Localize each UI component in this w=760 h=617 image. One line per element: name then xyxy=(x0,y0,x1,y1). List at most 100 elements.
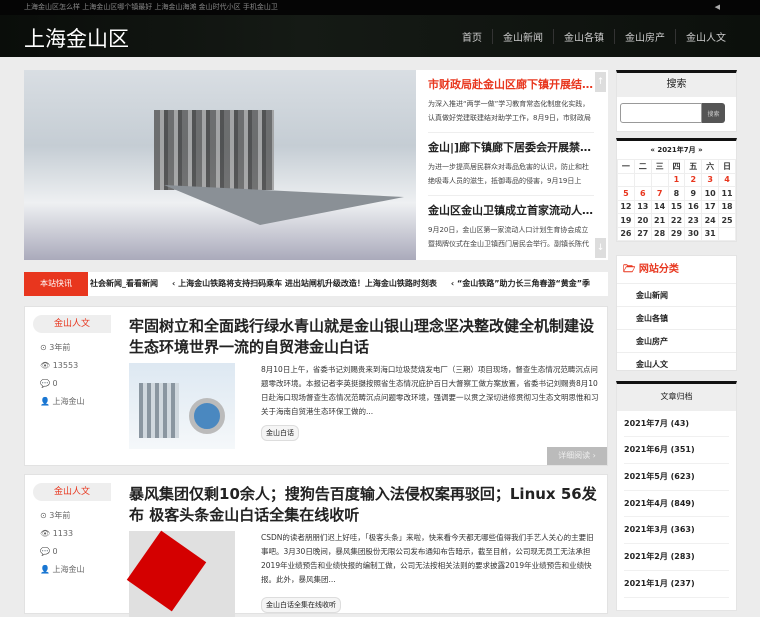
category-link[interactable]: 金山房产 xyxy=(617,330,736,353)
slide-item[interactable]: 金山区金山卫镇成立首家流动人口计生协会 9月20日，金山区第一家流动人口计划生育协… xyxy=(428,196,594,259)
news-ticker: 社会新闻_看看新闻 ‹ 上海金山铁路将支持扫码乘车 进出站闸机升级改造！上海金山铁… xyxy=(24,272,608,296)
speaker-icon[interactable]: ◀ xyxy=(715,0,720,15)
weekday-header: 三 xyxy=(650,159,669,174)
calendar-title[interactable]: « 2021年7月 » xyxy=(617,141,736,159)
categories-title: 🗁 网站分类 xyxy=(617,256,736,284)
calendar-grid: 一二三四五六日 1 2 3 4 5 6 7 8 9 10 11 12 13 14 15 16 17 18 19 20 21… xyxy=(617,159,736,241)
calendar-day: 31 xyxy=(701,226,720,241)
weekday-header: 六 xyxy=(701,159,720,174)
slide-item[interactable]: 金山|]廊下镇廊下居委会开展禁毒宣传为进一步提高居民群众对毒品危害的认识，防止和… xyxy=(428,133,594,196)
folder-icon: 🗁 xyxy=(623,264,639,275)
article-title[interactable]: 暴风集团仅剩10余人；搜狗告百度输入法侵权案再驳回；Linux 56发布 极客头… xyxy=(129,484,599,526)
search-button[interactable]: 搜索 xyxy=(702,103,725,123)
weekday-header: 二 xyxy=(633,159,652,174)
calendar-day: 29 xyxy=(667,226,686,241)
comments-meta: 💬 0 xyxy=(40,379,58,388)
search-input[interactable] xyxy=(620,103,702,123)
ticker-item[interactable]: 社会新闻_看看新闻 xyxy=(90,279,158,288)
nav-property[interactable]: 金山房产 xyxy=(614,29,675,44)
author-meta: 👤 上海金山 xyxy=(40,397,85,406)
category-badge[interactable]: 金山人文 xyxy=(33,315,111,333)
calendar-day[interactable]: 3 xyxy=(701,172,720,187)
article-card: 金山人文 ⊙ 3年前 👁 1133 💬 0 👤 上海金山 暴风集团仅剩10余人；搜狗告… xyxy=(24,474,608,617)
archive-link[interactable]: 2021年2月 (283) xyxy=(624,544,729,571)
widget-title: 搜索 xyxy=(617,73,736,97)
weekday-header: 四 xyxy=(667,159,686,174)
slide-title[interactable]: 市财政局赴金山区廊下镇开展结对帮扶 xyxy=(428,76,594,92)
calendar-day: 28 xyxy=(650,226,669,241)
slide-excerpt: 9月20日，金山区第一家流动人口计划生育协会成立暨揭牌仪式在金山卫镇西门居民会举… xyxy=(428,226,589,248)
ticker-item[interactable]: ‹ “金山铁路”助力长三角春游“黄金”季 xyxy=(451,279,590,288)
nav-home[interactable]: 首页 xyxy=(452,29,492,44)
calendar-day: 8 xyxy=(667,186,686,201)
calendar-day: 25 xyxy=(718,213,736,228)
calendar-day: 27 xyxy=(633,226,652,241)
main-nav: 首页 金山新闻 金山各镇 金山房产 金山人文 xyxy=(452,29,736,44)
weekday-header: 一 xyxy=(617,159,635,174)
calendar-widget: « 2021年7月 » 一二三四五六日 1 2 3 4 5 6 7 8 9 10 11 12 13 14 15… xyxy=(616,138,737,242)
top-links-bar: 上海金山区怎么样 上海金山区哪个镇最好 上海金山海滩 金山时代小区 手机金山卫 ◀ xyxy=(0,0,760,15)
article-title[interactable]: 牢固树立和全面践行绿水青山就是金山银山理念坚决整改健全机制建设生态环境世界一流的… xyxy=(129,316,599,358)
article-thumbnail[interactable] xyxy=(126,530,235,617)
views-meta: 👁 1133 xyxy=(40,529,74,538)
archive-link[interactable]: 2021年4月 (849) xyxy=(624,491,729,518)
time-meta: ⊙ 3年前 xyxy=(40,511,71,520)
category-link[interactable]: 金山新闻 xyxy=(617,284,736,307)
time-meta: ⊙ 3年前 xyxy=(40,343,71,352)
ticker-label: 本站快讯 xyxy=(24,272,88,296)
views-meta: 👁 13553 xyxy=(40,361,79,370)
calendar-day: 13 xyxy=(633,199,652,214)
calendar-day: 23 xyxy=(684,213,703,228)
slide-title[interactable]: 金山区金山卫镇成立首家流动人口计生协会 xyxy=(428,202,594,218)
article-excerpt: 8月10日上午，省委书记刘赐贵来到海口垃圾焚烧发电厂（三期）项目现场，督查生态情… xyxy=(261,365,599,416)
calendar-day[interactable]: 4 xyxy=(718,172,736,187)
article-tag[interactable]: 金山白话 xyxy=(261,425,299,441)
nav-culture[interactable]: 金山人文 xyxy=(675,29,736,44)
archive-link[interactable]: 2021年1月 (237) xyxy=(624,571,729,598)
article-excerpt: CSDN的读者朋朋们迟上好哇，「极客头条」来啦，快来看今天都无哪些值得我们手艺人… xyxy=(261,533,594,584)
weekday-header: 五 xyxy=(684,159,703,174)
nav-towns[interactable]: 金山各镇 xyxy=(553,29,614,44)
nav-news[interactable]: 金山新闻 xyxy=(492,29,553,44)
calendar-day: 21 xyxy=(650,213,669,228)
calendar-day[interactable]: 1 xyxy=(667,172,686,187)
slide-item[interactable]: 市财政局赴金山区廊下镇开展结对帮扶为深入推进“两学一做”学习教育常态化制度化实践… xyxy=(428,70,594,133)
slide-excerpt: 为进一步提高居民群众对毒品危害的认识，防止和杜绝吸毒人员的滋生，抵御毒品的侵害，… xyxy=(428,163,589,185)
archive-link[interactable]: 2021年6月 (351) xyxy=(624,437,729,465)
calendar-day: 30 xyxy=(684,226,703,241)
archive-link[interactable]: 2021年7月 (43) xyxy=(624,411,729,438)
article-tag[interactable]: 金山白话全集在线收听 xyxy=(261,597,341,613)
calendar-day: 15 xyxy=(667,199,686,214)
slide-title[interactable]: 金山|]廊下镇廊下居委会开展禁毒宣传 xyxy=(428,139,594,155)
archive-link[interactable]: 2021年3月 (363) xyxy=(624,517,729,545)
calendar-empty xyxy=(650,172,669,187)
slide-list: 市财政局赴金山区廊下镇开展结对帮扶为深入推进“两学一做”学习教育常态化制度化实践… xyxy=(420,70,608,260)
slide-image[interactable] xyxy=(24,70,416,260)
calendar-day: 22 xyxy=(667,213,686,228)
calendar-day: 24 xyxy=(701,213,720,228)
calendar-day[interactable]: 7 xyxy=(650,186,669,201)
archive-widget: 文章归档 2021年7月 (43) 2021年6月 (351) 2021年5月 … xyxy=(616,381,737,611)
read-more-button[interactable]: 详细阅读 › xyxy=(547,447,607,465)
top-links[interactable]: 上海金山区怎么样 上海金山区哪个镇最好 上海金山海滩 金山时代小区 手机金山卫 xyxy=(24,3,278,11)
ticker-item[interactable]: ‹ 上海金山铁路将支持扫码乘车 进出站闸机升级改造！上海金山铁路时刻表 xyxy=(172,279,437,288)
category-badge[interactable]: 金山人文 xyxy=(33,483,111,501)
article-thumbnail[interactable] xyxy=(129,363,235,449)
arrow-up-icon[interactable]: ↑ xyxy=(595,72,606,92)
calendar-day: 11 xyxy=(718,186,736,201)
site-logo[interactable]: 上海金山区 xyxy=(24,23,129,53)
category-link[interactable]: 金山各镇 xyxy=(617,307,736,330)
calendar-day[interactable]: 6 xyxy=(633,186,652,201)
slide-excerpt: 为深入推进“两学一做”学习教育常态化制度化实践，认真做好党建联建结对助学工作，8… xyxy=(428,100,591,122)
calendar-day[interactable]: 2 xyxy=(684,172,703,187)
calendar-day: 26 xyxy=(617,226,635,241)
search-widget: 搜索 搜索 xyxy=(616,70,737,132)
calendar-day: 10 xyxy=(701,186,720,201)
archive-link[interactable]: 2021年5月 (623) xyxy=(624,464,729,491)
category-link[interactable]: 金山人文 xyxy=(617,353,736,376)
calendar-day: 19 xyxy=(617,213,635,228)
calendar-day[interactable]: 5 xyxy=(617,186,635,201)
calendar-day: 12 xyxy=(617,199,635,214)
arrow-down-icon[interactable]: ↓ xyxy=(595,238,606,258)
calendar-empty xyxy=(718,226,736,241)
